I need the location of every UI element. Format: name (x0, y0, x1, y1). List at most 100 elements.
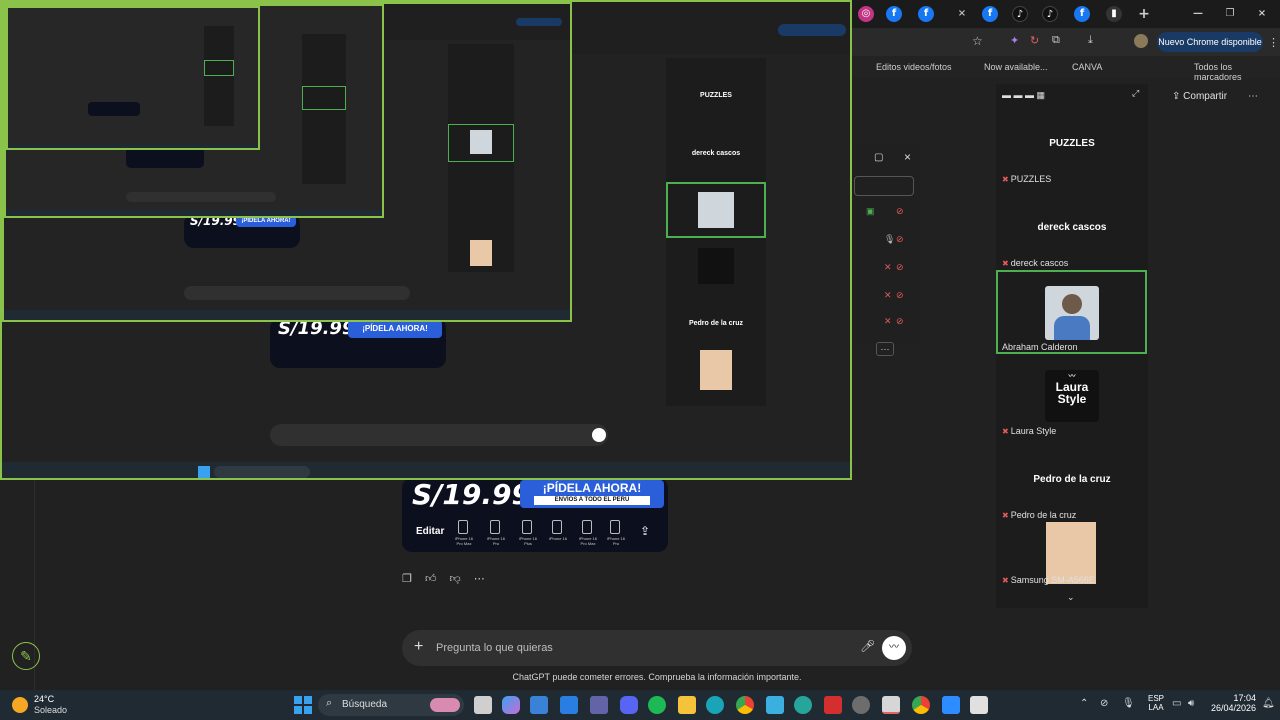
new-tab-icon[interactable]: + (1136, 6, 1152, 22)
facebook-tab-icon[interactable]: f (1074, 6, 1090, 22)
mic-icon[interactable]: 🎙︎ (1122, 698, 1135, 709)
app-icon[interactable] (794, 696, 812, 714)
tiktok-tab-icon[interactable]: ♪ (1012, 6, 1028, 22)
mic-off-icon[interactable]: ✕ (884, 316, 892, 327)
thumbs-down-icon[interactable]: 👎︎ (450, 573, 461, 585)
copy-icon[interactable]: ❐ (402, 573, 412, 585)
chrome-icon[interactable] (736, 696, 754, 714)
teams-icon[interactable] (590, 696, 608, 714)
promo-edit-button[interactable]: Editar (416, 526, 444, 537)
task-view-icon[interactable] (474, 696, 492, 714)
chevron-down-icon[interactable]: ⌄ (1067, 592, 1075, 603)
expand-icon[interactable]: ⤢ (1132, 88, 1139, 99)
lang-indicator[interactable]: ESP LAA (1144, 694, 1168, 712)
participant-tile-active[interactable]: Abraham Calderon (996, 270, 1147, 354)
facebook-tab-icon[interactable]: f (982, 6, 998, 22)
extension-icon[interactable]: ✦ (1010, 34, 1019, 47)
share-button[interactable]: ⇪ Compartir (1172, 91, 1227, 102)
network-icon[interactable]: ▭ (1172, 698, 1181, 709)
store-icon[interactable] (530, 696, 548, 714)
start-button[interactable] (294, 696, 312, 714)
clock[interactable]: 17:04 26/04/2026 (1206, 693, 1256, 713)
chat-input-box[interactable]: + Pregunta lo que quieras 🎤︎ 〰 (402, 630, 912, 666)
notification-icon[interactable]: 🔔︎ (1262, 698, 1275, 709)
tab-icon[interactable]: ▮ (1106, 6, 1122, 22)
discord-icon[interactable] (620, 696, 638, 714)
promo-card: S/19.99 ¡PÍDELA AHORA! ENVÍOS A TODO EL … (402, 478, 668, 552)
video-off-icon[interactable]: ⊘ (896, 206, 904, 217)
phone-slot-6 (610, 520, 620, 534)
close-window-icon[interactable]: × (1254, 6, 1270, 22)
chat-disclaimer: ChatGPT puede cometer errores. Comprueba… (512, 672, 802, 682)
chrome-update-button[interactable]: Nuevo Chrome disponible (1157, 32, 1263, 52)
minimize-icon[interactable]: — (1190, 6, 1206, 22)
close-icon[interactable]: × (904, 150, 911, 164)
mic-off-icon[interactable]: ✕ (884, 290, 892, 301)
pin-off-icon[interactable]: ✖ (1002, 511, 1009, 520)
edge-icon[interactable] (706, 696, 724, 714)
app-icon[interactable] (970, 696, 988, 714)
app-icon-active[interactable] (882, 696, 900, 714)
thumbs-up-icon[interactable]: 👍︎ (425, 573, 437, 585)
profile-avatar[interactable] (1134, 34, 1148, 48)
app-icon[interactable] (766, 696, 784, 714)
bookmark-item[interactable]: Editos videos/fotos (876, 62, 952, 72)
star-icon[interactable]: ☆ (972, 34, 983, 48)
promo-model-label: iPhone 16 Pro Max (454, 536, 473, 546)
nested-taskbar (2, 462, 850, 478)
more-icon[interactable]: ⋯ (474, 573, 485, 585)
new-chat-button[interactable]: ✎ (12, 642, 40, 670)
puzzle-icon[interactable]: ⧉ (1052, 34, 1060, 47)
video-off-icon[interactable]: ⊘ (896, 290, 904, 301)
mic-icon[interactable]: 🎙︎ (884, 234, 895, 245)
facebook-tab-icon[interactable]: f (918, 6, 934, 22)
share-icon[interactable]: ⇪ (640, 524, 650, 538)
mail-icon[interactable] (560, 696, 578, 714)
bookmark-item[interactable]: CANVA (1072, 62, 1102, 72)
volume-icon[interactable]: 🔊︎ (1188, 698, 1194, 709)
video-off-icon[interactable]: ⊘ (896, 234, 904, 245)
restore-icon[interactable]: ❐ (1222, 6, 1238, 22)
voice-mode-button[interactable]: 〰 (882, 636, 906, 660)
plus-icon[interactable]: + (414, 638, 423, 656)
promo-price: S/19.99 (412, 478, 531, 511)
weather-temp: 24°C (34, 694, 55, 704)
mic-off-icon[interactable]: ✕ (884, 262, 892, 273)
chrome-icon[interactable] (912, 696, 930, 714)
facebook-tab-icon[interactable]: f (886, 6, 902, 22)
extension-icon[interactable]: ↻ (1030, 34, 1039, 47)
bookmark-item[interactable]: Now available... (984, 62, 1048, 72)
more-icon[interactable]: ⋯ (1248, 91, 1258, 102)
explorer-icon[interactable] (678, 696, 696, 714)
phone-slot-1 (458, 520, 468, 534)
zoom-icon[interactable] (942, 696, 960, 714)
tray-chevron-icon[interactable]: ⌃ (1080, 698, 1088, 709)
participant-avatar (1045, 286, 1099, 340)
participant-name: ✖ Laura Style (1002, 426, 1057, 436)
camera-icon[interactable]: ▣ (866, 206, 875, 217)
more-options-button[interactable]: ⋯ (876, 342, 894, 356)
download-icon[interactable]: ⤓ (1088, 34, 1093, 47)
wifi-off-icon[interactable]: ⊘ (1100, 698, 1108, 709)
pin-off-icon[interactable]: ✖ (1002, 259, 1009, 268)
pin-off-icon[interactable]: ✖ (1002, 427, 1009, 436)
all-bookmarks[interactable]: Todos los marcadores (1194, 62, 1280, 82)
app-icon[interactable] (824, 696, 842, 714)
close-tab-icon[interactable]: × (954, 6, 970, 22)
instagram-tab-icon[interactable]: ◎ (858, 6, 874, 22)
app-icon[interactable] (852, 696, 870, 714)
chrome-menu-icon[interactable]: ⋮ (1268, 36, 1279, 49)
pin-off-icon[interactable]: ✖ (1002, 576, 1009, 585)
phone-slot-4 (552, 520, 562, 534)
view-icon[interactable]: ▬ ▬ ▬ ▦ (1002, 90, 1045, 101)
pin-off-icon[interactable]: ✖ (1002, 175, 1009, 184)
restore-icon[interactable]: ▢ (874, 152, 883, 163)
tiktok-tab-icon[interactable]: ♪ (1042, 6, 1058, 22)
microphone-icon[interactable]: 🎤︎ (860, 639, 875, 653)
spotify-icon[interactable] (648, 696, 666, 714)
taskbar-search[interactable]: ⌕ Búsqueda (318, 694, 464, 716)
meet-input[interactable] (854, 176, 914, 196)
video-off-icon[interactable]: ⊘ (896, 316, 904, 327)
video-off-icon[interactable]: ⊘ (896, 262, 904, 273)
copilot-icon[interactable] (502, 696, 520, 714)
